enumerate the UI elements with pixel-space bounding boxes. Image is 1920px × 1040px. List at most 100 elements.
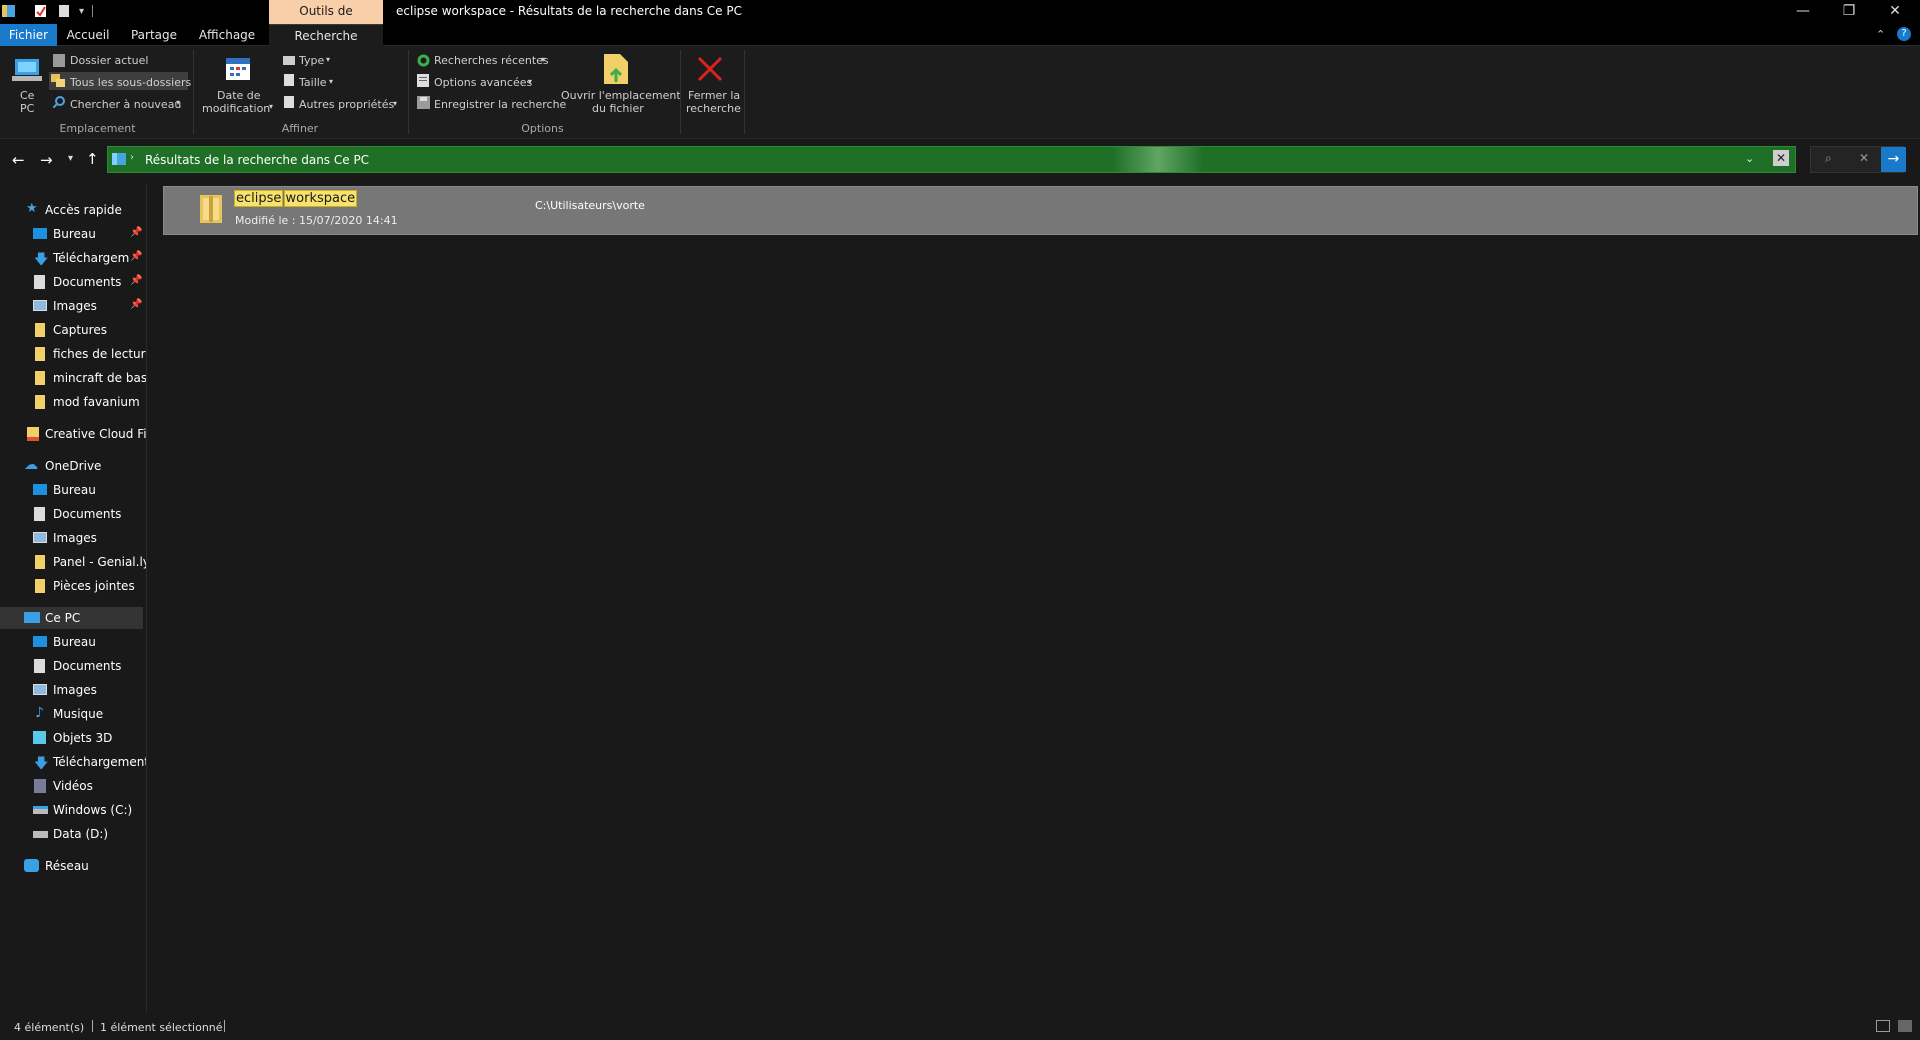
desktop-icon [33, 228, 47, 239]
sidebar-item-pc-musique[interactable]: ♪ Musique [0, 703, 146, 725]
sidebar-item-acces-rapide[interactable]: ★ Accès rapide [0, 199, 146, 221]
chevron-down-icon[interactable]: ⌄ [1745, 152, 1754, 165]
minimize-icon[interactable]: — [1780, 0, 1826, 24]
computer-icon [24, 612, 40, 623]
tab-accueil[interactable]: Accueil [60, 24, 116, 46]
sidebar-item-pc-bureau[interactable]: Bureau [0, 631, 146, 653]
result-modified: Modifié le : 15/07/2020 14:41 [235, 214, 398, 227]
pane-divider[interactable] [146, 184, 147, 1014]
customize-quick-access-icon[interactable]: ▾ [79, 6, 92, 20]
sidebar-item-pc-documents[interactable]: Documents [0, 655, 146, 677]
tab-fichier[interactable]: Fichier [0, 24, 57, 46]
pin-icon[interactable]: 📌 [130, 227, 142, 238]
sidebar-item-pc-telechargements[interactable]: 🡇 Téléchargements [0, 751, 146, 773]
details-view-icon[interactable] [1876, 1020, 1890, 1032]
forward-icon[interactable]: → [40, 151, 53, 169]
date-modification-button-line2[interactable]: modification [202, 102, 270, 115]
pin-icon[interactable]: 📌 [130, 275, 142, 286]
sidebar-item-onedrive-documents[interactable]: Documents [0, 503, 146, 525]
collapse-ribbon-icon[interactable]: ⌃ [1876, 28, 1885, 41]
sidebar-item-fiches-de-lecture[interactable]: fiches de lecture l [0, 343, 146, 365]
network-icon [24, 859, 39, 872]
type-button[interactable]: Type [299, 54, 324, 67]
taille-button[interactable]: Taille [299, 76, 327, 89]
dossier-actuel-button[interactable]: Dossier actuel [70, 54, 148, 67]
ribbon: Ce PC Dossier actuel Tous les sous-dossi… [0, 46, 1920, 139]
address-bar[interactable]: › Résultats de la recherche dans Ce PC ⌄ [107, 146, 1796, 173]
sidebar-item-bureau[interactable]: Bureau 📌 [0, 223, 146, 245]
sidebar-item-onedrive-bureau[interactable]: Bureau [0, 479, 146, 501]
document-icon [34, 659, 45, 673]
sidebar-item-creative-cloud[interactable]: Creative Cloud Files [0, 423, 146, 445]
search-results-icon [112, 152, 126, 169]
ouvrir-emplacement-button[interactable]: Ouvrir l'emplacement [561, 89, 681, 102]
chevron-down-icon[interactable]: ▾ [541, 55, 545, 64]
fermer-recherche-button[interactable]: Fermer la [688, 89, 740, 102]
file-explorer-window: ▾ Outils de recherche eclipse workspace … [0, 0, 1920, 1040]
autres-proprietes-button[interactable]: Autres propriétés [299, 98, 394, 111]
list-item[interactable]: eclipse workspace Modifié le : 15/07/202… [163, 186, 1918, 235]
recherches-recentes-button[interactable]: Recherches récentes [434, 54, 549, 67]
enregistrer-recherche-button[interactable]: Enregistrer la recherche [434, 98, 566, 111]
sidebar-item-captures[interactable]: Captures [0, 319, 146, 341]
sidebar-item-pc-images[interactable]: Images [0, 679, 146, 701]
chevron-down-icon[interactable]: ▾ [326, 55, 330, 64]
subfolders-icon [51, 74, 65, 90]
sidebar-item-documents[interactable]: Documents 📌 [0, 271, 146, 293]
sidebar-item-ce-pc[interactable]: Ce PC [0, 607, 143, 629]
tab-affichage[interactable]: Affichage [194, 24, 260, 46]
breadcrumb-chevron-icon[interactable]: › [130, 152, 134, 163]
highlight-term: eclipse [234, 190, 284, 207]
sidebar-item-images[interactable]: Images 📌 [0, 295, 146, 317]
chevron-down-icon[interactable]: ▾ [329, 77, 333, 86]
help-icon[interactable]: ? [1897, 27, 1911, 41]
sidebar-item-pc-videos[interactable]: Vidéos [0, 775, 146, 797]
tab-partage[interactable]: Partage [124, 24, 184, 46]
chevron-down-icon[interactable]: ▾ [528, 77, 532, 86]
sidebar-item-mincraft-de-base[interactable]: mincraft de base [0, 367, 146, 389]
options-avancees-button[interactable]: Options avancées [434, 76, 532, 89]
ce-pc-button[interactable]: Ce [20, 89, 34, 102]
sidebar-item-mod-favanium[interactable]: mod favanium [0, 391, 146, 413]
sidebar-item-reseau[interactable]: Réseau [0, 855, 146, 877]
close-icon[interactable]: ✕ [1872, 0, 1918, 24]
clear-search-icon[interactable]: ✕ [1859, 151, 1869, 165]
sidebar-item-pc-windows-c[interactable]: Windows (C:) [0, 799, 146, 821]
search-icon: ⌕ [1825, 151, 1832, 165]
properties-icon[interactable] [34, 4, 47, 18]
chercher-nouveau-button[interactable]: Chercher à nouveau [70, 98, 181, 111]
date-modification-button[interactable]: Date de [217, 89, 261, 102]
size-icon [283, 74, 295, 89]
up-icon[interactable]: ↑ [86, 150, 99, 168]
go-search-icon[interactable]: → [1881, 147, 1906, 172]
sidebar-item-pieces-jointes[interactable]: Pièces jointes [0, 575, 146, 597]
cloud-icon: ☁ [24, 457, 38, 473]
pin-icon[interactable]: 📌 [130, 251, 142, 262]
chevron-down-icon[interactable]: ▾ [269, 102, 273, 111]
fermer-recherche-button-line2[interactable]: recherche [686, 102, 741, 115]
back-icon[interactable]: ← [12, 151, 25, 169]
folder-icon [35, 395, 45, 409]
pin-icon[interactable]: 📌 [130, 299, 142, 310]
folder-current-icon [53, 54, 65, 70]
restore-icon[interactable]: ❐ [1826, 0, 1872, 24]
chevron-down-icon[interactable]: ▾ [393, 99, 397, 108]
ce-pc-button-line2[interactable]: PC [20, 102, 34, 115]
sidebar-item-pc-data-d[interactable]: Data (D:) [0, 823, 146, 845]
chevron-down-icon[interactable]: ▾ [176, 98, 180, 107]
sidebar-item-onedrive-images[interactable]: Images [0, 527, 146, 549]
stop-search-icon[interactable]: ✕ [1773, 150, 1789, 166]
new-folder-icon[interactable] [58, 4, 71, 18]
tous-sous-dossiers-button[interactable]: Tous les sous-dossiers [70, 76, 191, 89]
navigation-pane: ★ Accès rapide Bureau 📌 🡇 Téléchargement… [0, 184, 147, 1014]
sidebar-item-panel-genially[interactable]: Panel - Genial.ly b [0, 551, 146, 573]
large-icons-view-icon[interactable] [1898, 1020, 1912, 1032]
sidebar-item-pc-objets-3d[interactable]: Objets 3D [0, 727, 146, 749]
recent-locations-icon[interactable]: ▾ [68, 153, 73, 164]
breadcrumb[interactable]: Résultats de la recherche dans Ce PC [145, 153, 369, 167]
sidebar-item-onedrive[interactable]: ☁ OneDrive [0, 455, 146, 477]
creative-cloud-icon [27, 427, 39, 441]
sidebar-item-telechargements[interactable]: 🡇 Téléchargements 📌 [0, 247, 146, 269]
ouvrir-emplacement-button-line2[interactable]: du fichier [592, 102, 644, 115]
tab-recherche[interactable]: Recherche [269, 24, 383, 46]
